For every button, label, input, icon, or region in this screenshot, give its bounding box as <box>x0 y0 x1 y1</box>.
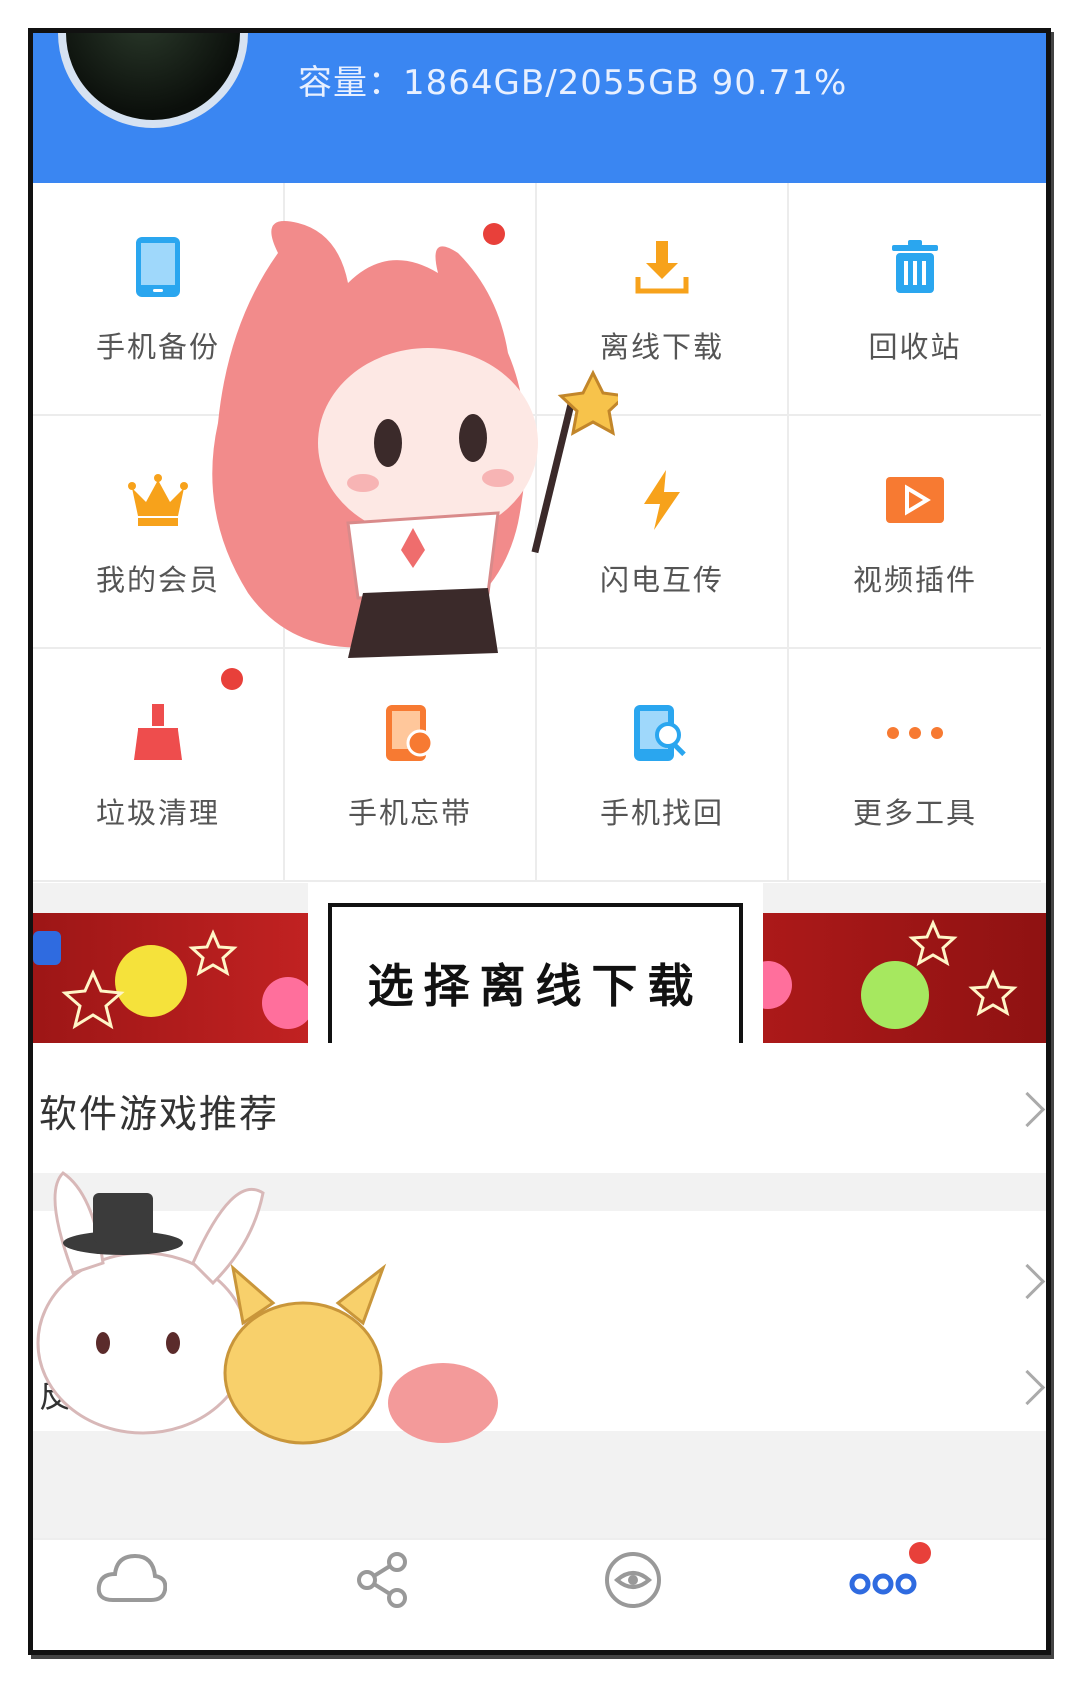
anime-girl-sticker <box>212 221 618 658</box>
crown-icon <box>123 465 193 535</box>
animal-friends-sticker <box>36 1171 498 1445</box>
profile-header: 容量：1864GB/2055GB 90.71% <box>33 33 1046 183</box>
tool-video-plugin[interactable]: 视频插件 <box>789 416 1041 649</box>
share-icon <box>357 1552 407 1608</box>
tool-label: 更多工具 <box>852 795 977 830</box>
tool-label: 手机找回 <box>599 795 724 830</box>
video-play-icon <box>880 465 950 535</box>
tool-recycle-bin[interactable]: 回收站 <box>789 183 1041 416</box>
notification-dot <box>909 1542 931 1564</box>
download-icon <box>627 232 697 302</box>
tool-label: 闪电互传 <box>599 562 724 597</box>
cloud-icon <box>96 1553 167 1602</box>
tab-cloud[interactable] <box>81 1550 181 1640</box>
storage-capacity: 容量：1864GB/2055GB 90.71% <box>298 55 847 104</box>
tool-label: 离线下载 <box>599 329 724 364</box>
more-icon <box>849 1573 917 1595</box>
tool-more-tools[interactable]: 更多工具 <box>789 649 1041 882</box>
eye-icon <box>605 1552 661 1608</box>
more-dots-icon <box>880 698 950 768</box>
trash-icon <box>880 232 950 302</box>
tool-label: 视频插件 <box>852 562 977 597</box>
capacity-value: 1864GB/2055GB 90.71% <box>403 63 848 103</box>
broom-icon <box>123 667 243 768</box>
lightning-icon <box>627 465 697 535</box>
list-item-label: 软件游戏推荐 <box>39 1092 280 1136</box>
tool-label: 手机忘带 <box>347 795 472 830</box>
tab-more[interactable] <box>833 1542 933 1640</box>
tool-label: 垃圾清理 <box>95 795 220 830</box>
tab-discover[interactable] <box>583 1550 683 1640</box>
app-screen: 容量：1864GB/2055GB 90.71% 手机备份 离线下载 回收站 我的… <box>28 28 1051 1655</box>
chevron-right-icon <box>1009 1369 1046 1406</box>
instruction-callout: 选择离线下载 <box>328 903 743 1063</box>
chevron-right-icon <box>1009 1263 1046 1300</box>
avatar[interactable] <box>58 33 248 128</box>
tab-share[interactable] <box>333 1550 433 1640</box>
capacity-label: 容量： <box>298 63 403 103</box>
chevron-right-icon <box>1009 1091 1046 1128</box>
tool-label: 回收站 <box>868 329 962 364</box>
bottom-tab-bar <box>33 1538 1046 1650</box>
phone-backup-icon <box>123 232 193 302</box>
phone-search-icon <box>627 698 697 768</box>
